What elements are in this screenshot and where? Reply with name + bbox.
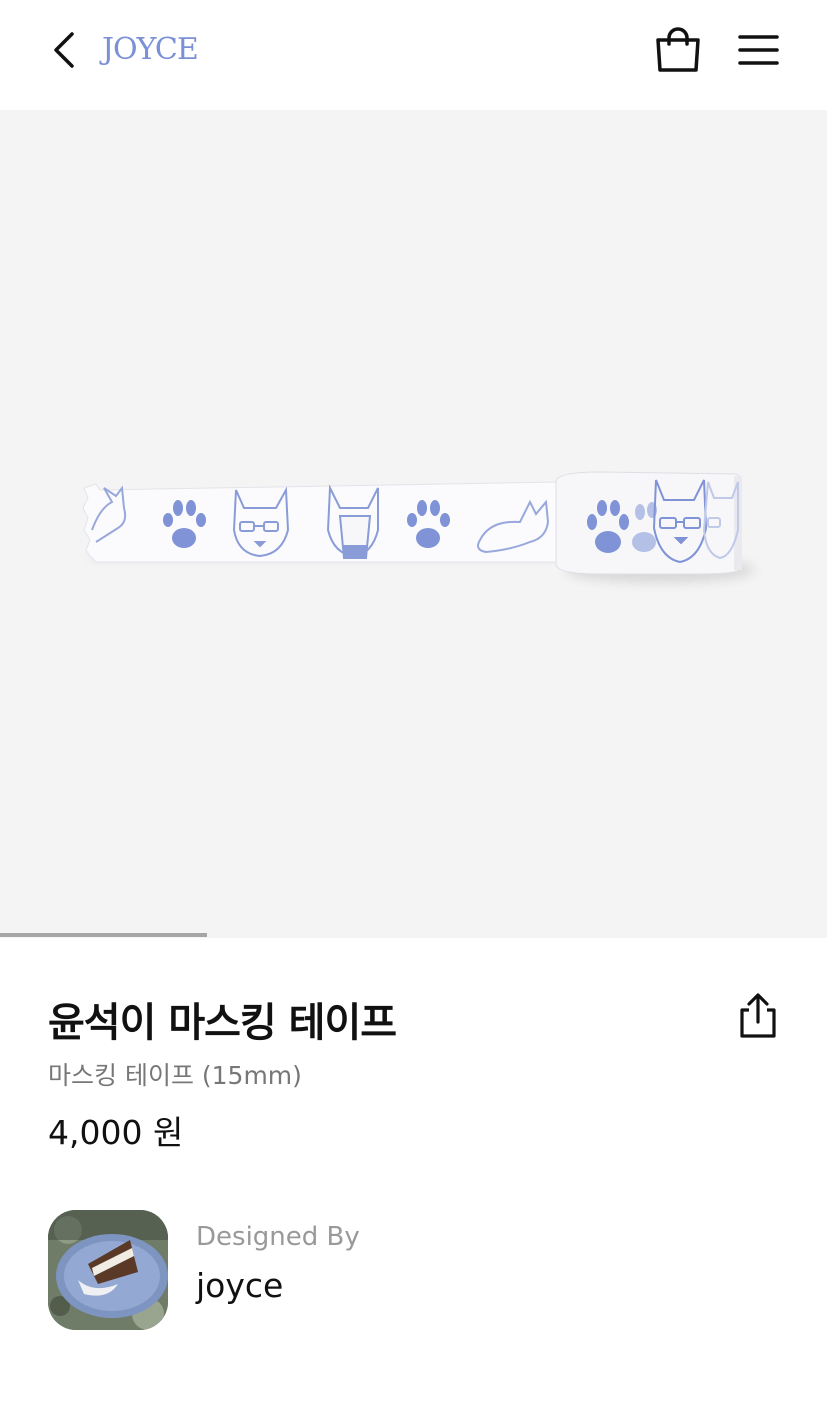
brand-logo[interactable]: JOYCE xyxy=(102,28,199,72)
cart-button[interactable] xyxy=(652,26,704,74)
cake-photo-image xyxy=(48,1210,168,1330)
product-image xyxy=(82,471,755,582)
product-subtitle: 마스킹 테이프 (15mm) xyxy=(48,1061,302,1090)
hamburger-menu-icon xyxy=(738,35,779,65)
product-title: 윤석이 마스킹 테이프 xyxy=(48,1000,397,1046)
designed-by-label: Designed By xyxy=(196,1222,360,1252)
designer-avatar[interactable] xyxy=(48,1210,168,1330)
top-nav-bar: JOYCE xyxy=(0,0,827,110)
product-image-gallery[interactable] xyxy=(0,110,827,938)
product-price: 4,000 원 xyxy=(48,1113,184,1152)
gallery-progress-fill xyxy=(0,933,207,937)
gallery-progress xyxy=(0,933,827,937)
designer-name-link[interactable]: joyce xyxy=(196,1266,283,1305)
chevron-left-icon xyxy=(54,32,74,68)
share-button[interactable] xyxy=(734,990,782,1040)
menu-button[interactable] xyxy=(734,28,782,72)
back-button[interactable] xyxy=(44,28,88,72)
share-icon xyxy=(740,993,776,1038)
shopping-bag-icon xyxy=(656,27,700,72)
